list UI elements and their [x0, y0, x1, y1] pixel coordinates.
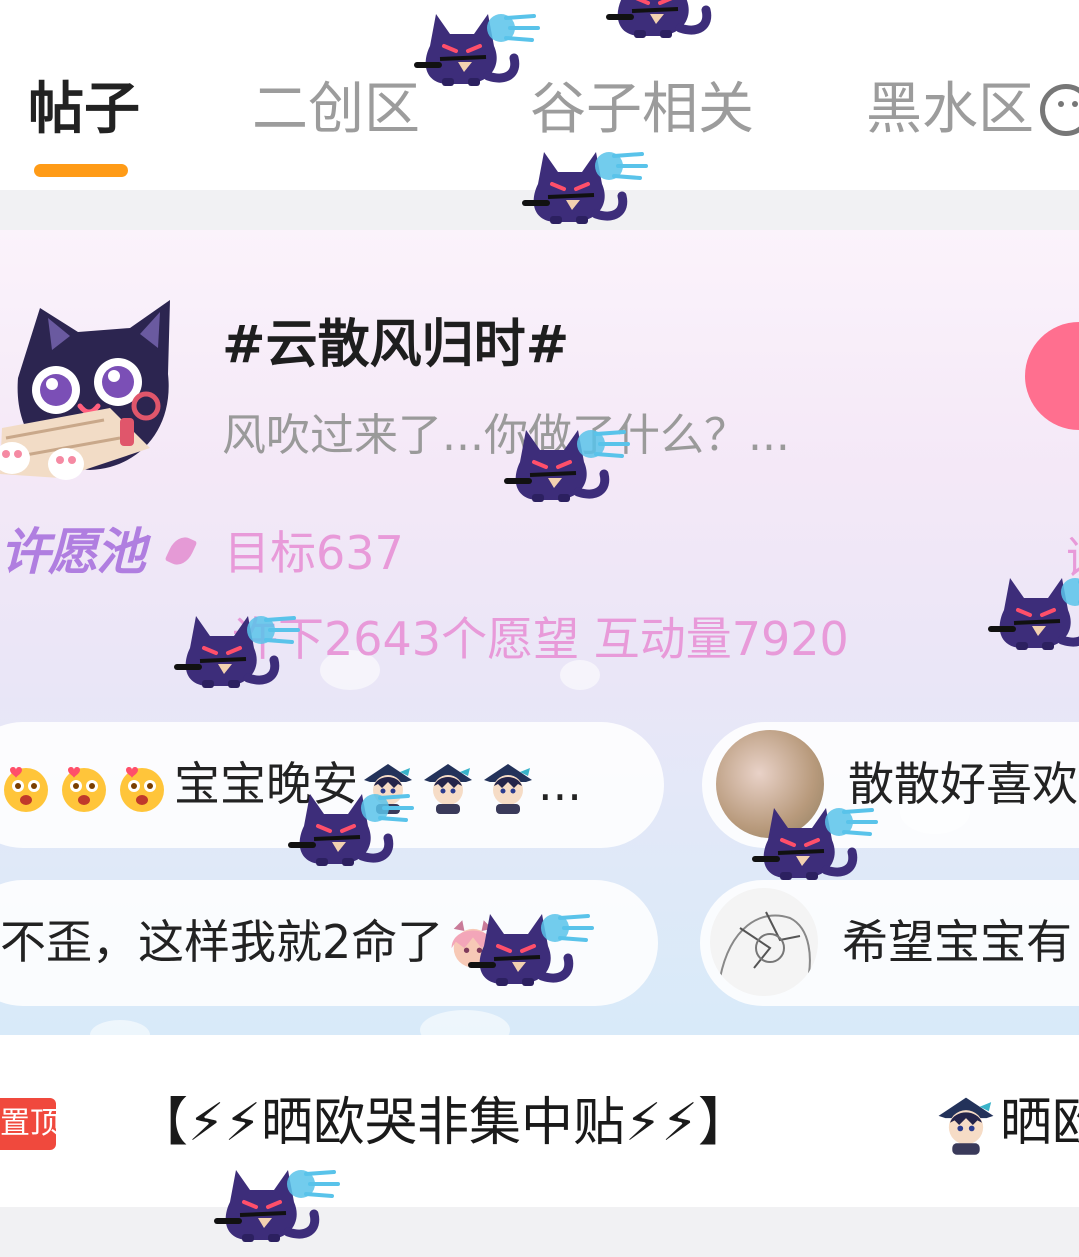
- active-tab-indicator: [34, 164, 128, 177]
- wish-bubble-ellipsis: ...: [538, 757, 582, 811]
- wish-bubble-text: 不歪，这样我就2命了: [0, 915, 444, 969]
- floating-cat-sticker-icon: [406, 2, 541, 90]
- floating-cat-sticker-icon: [460, 902, 595, 990]
- blush-emoji-icon: [58, 762, 110, 814]
- tab-merch[interactable]: 谷子相关: [530, 72, 754, 148]
- pinned-post-row[interactable]: 置顶 【⚡⚡晒欧哭非集中贴⚡⚡】 晒欧: [0, 1035, 1079, 1207]
- section-divider: [0, 1207, 1079, 1257]
- wish-bubble-text: 希望宝宝有: [842, 915, 1072, 969]
- tab-black-water[interactable]: 黑水区: [866, 72, 1034, 148]
- pinned-post-title-next[interactable]: 晒欧: [1000, 1087, 1079, 1159]
- join-button[interactable]: [1025, 322, 1079, 430]
- floating-cat-sticker-icon: [496, 418, 631, 506]
- wish-stats: 许下2643个愿望 互动量7920: [232, 612, 849, 666]
- floating-cat-sticker-icon: [206, 1158, 341, 1246]
- floating-cat-sticker-icon: [598, 0, 733, 42]
- floating-cat-sticker-icon: [744, 796, 879, 884]
- topic-cat-avatar: [0, 300, 170, 480]
- pinned-post-title[interactable]: 【⚡⚡晒欧哭非集中贴⚡⚡】: [136, 1087, 750, 1159]
- wish-bubble[interactable]: 希望宝宝有: [700, 880, 1079, 1006]
- topic-title[interactable]: #云散风归时#: [222, 312, 569, 378]
- tab-fan-creations[interactable]: 二创区: [252, 72, 420, 148]
- wish-goal: 目标637: [224, 526, 404, 580]
- tab-posts[interactable]: 帖子: [28, 72, 140, 148]
- sad-face-icon: [1040, 84, 1079, 136]
- blush-emoji-icon: [116, 762, 168, 814]
- floating-cat-sticker-icon: [166, 604, 301, 692]
- blush-emoji-icon: [0, 762, 52, 814]
- chibi-character-icon: [934, 1093, 998, 1157]
- wish-bubble-text: 散散好喜欢: [848, 757, 1078, 811]
- pinned-badge: 置顶: [0, 1098, 56, 1150]
- chibi-character-icon: [420, 760, 476, 816]
- chibi-character-icon: [480, 760, 536, 816]
- floating-cat-sticker-icon: [980, 566, 1079, 654]
- wish-pool-logo: 许愿池: [0, 523, 146, 581]
- user-avatar[interactable]: [710, 888, 818, 996]
- floating-cat-sticker-icon: [514, 140, 649, 228]
- floating-cat-sticker-icon: [280, 782, 415, 870]
- wish-logo-leaf: [164, 532, 198, 570]
